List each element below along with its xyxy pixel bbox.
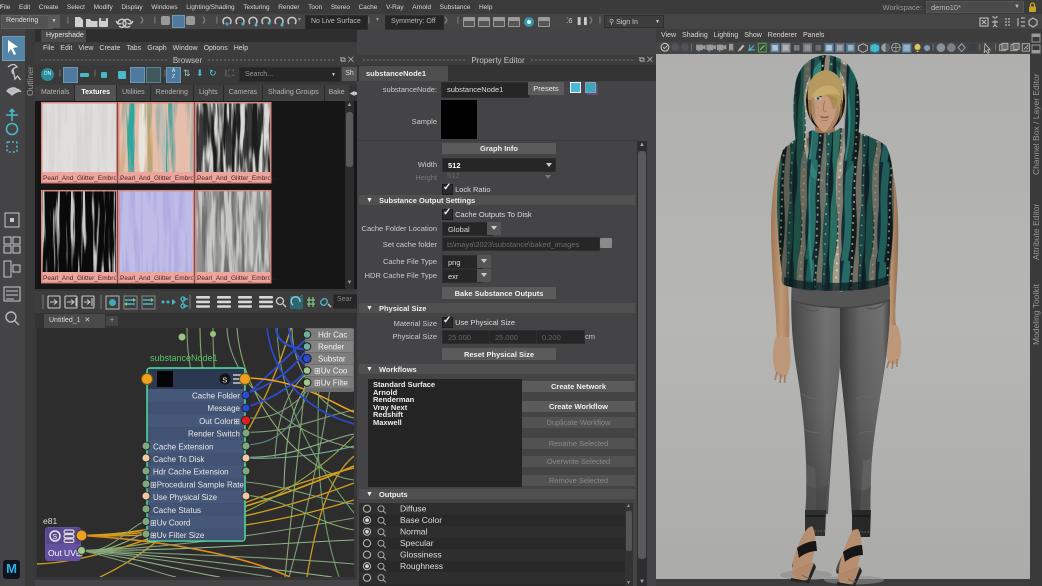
svg-text:Roughness: Roughness [400, 561, 443, 571]
svg-text:Pearl_And_Glitter_Embroi...: Pearl_And_Glitter_Embroi... [120, 175, 201, 182]
svg-text:Diffuse: Diffuse [400, 504, 427, 514]
svg-text:Substar: Substar [318, 355, 346, 364]
svg-text:Hdr Cac: Hdr Cac [318, 331, 347, 340]
svg-text:Pearl_And_Glitter_Embroi...: Pearl_And_Glitter_Embroi... [43, 275, 124, 282]
svg-text:⊞Procedural Sample Rate: ⊞Procedural Sample Rate [150, 481, 244, 490]
svg-text:e81: e81 [43, 516, 57, 526]
svg-text:Glossiness: Glossiness [400, 550, 442, 560]
svg-text:Specular: Specular [400, 538, 434, 548]
svg-text:Render Switch: Render Switch [188, 430, 240, 439]
svg-text:Normal: Normal [400, 527, 428, 537]
svg-text:Base Color: Base Color [400, 515, 442, 525]
svg-text:Cache Folder: Cache Folder [192, 392, 240, 401]
svg-text:Cache Extension: Cache Extension [153, 443, 213, 452]
svg-text:Pearl_And_Glitter_Embroi...: Pearl_And_Glitter_Embroi... [120, 275, 201, 282]
svg-text:⊞Uv Coo: ⊞Uv Coo [314, 367, 348, 376]
svg-text:Pearl_And_Glitter_Embroi...: Pearl_And_Glitter_Embroi... [197, 175, 278, 182]
svg-text:⊞Uv Coord: ⊞Uv Coord [150, 519, 191, 528]
svg-text:⊞Uv Filte: ⊞Uv Filte [314, 379, 348, 388]
svg-text:Use Physical Size: Use Physical Size [153, 493, 218, 502]
svg-text:substanceNode1: substanceNode1 [150, 353, 218, 363]
svg-text:Message: Message [208, 404, 241, 413]
svg-text:Cache Status: Cache Status [153, 506, 201, 515]
svg-text:Pearl_And_Glitter_Embroi...: Pearl_And_Glitter_Embroi... [43, 175, 124, 182]
svg-text:Render: Render [318, 343, 345, 352]
svg-text:Pearl_And_Glitter_Embroi...: Pearl_And_Glitter_Embroi... [197, 275, 278, 282]
svg-text:Out Color⊞: Out Color⊞ [199, 417, 240, 426]
svg-text:⊞Uv Filter Size: ⊞Uv Filter Size [150, 531, 205, 540]
svg-text:Cache To Disk: Cache To Disk [153, 455, 205, 464]
svg-text:S: S [53, 534, 58, 541]
svg-text:S: S [222, 376, 227, 385]
svg-text:Hdr Cache Extension: Hdr Cache Extension [153, 468, 229, 477]
